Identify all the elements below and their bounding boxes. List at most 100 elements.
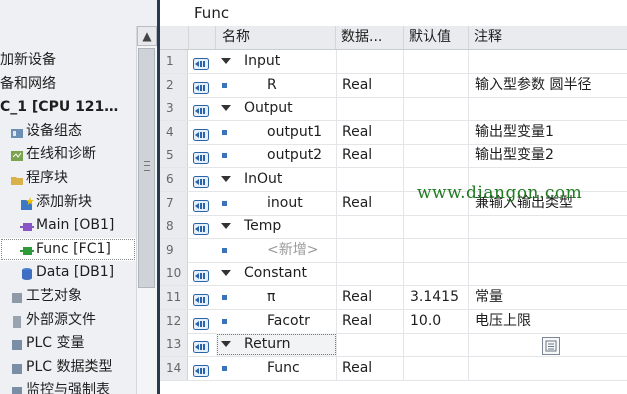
tree-item[interactable]: 添加新块	[0, 191, 136, 215]
default-value-cell[interactable]	[405, 238, 469, 262]
tree-item[interactable]: 工艺对象	[0, 285, 136, 309]
scrollbar-thumb[interactable]	[138, 48, 155, 288]
row-number[interactable]: 2	[160, 73, 188, 97]
edit-return-type-button[interactable]	[542, 337, 560, 355]
tree-item[interactable]: C_1 [CPU 121…	[0, 96, 136, 120]
default-value-cell[interactable]	[405, 97, 469, 121]
tree-item[interactable]: Data [DB1]	[0, 261, 136, 285]
table-row[interactable]: 5 output2 Real 输出型变量2	[160, 144, 627, 169]
tree-item[interactable]: Main [OB1]	[0, 214, 136, 238]
default-value-cell[interactable]	[405, 333, 469, 357]
name-cell[interactable]: R	[216, 73, 337, 97]
tree-item[interactable]: 外部源文件	[0, 309, 136, 333]
datatype-cell[interactable]: Real	[337, 356, 404, 380]
header-default[interactable]: 默认值	[405, 26, 469, 49]
datatype-cell[interactable]: Real	[337, 144, 404, 168]
default-value-cell[interactable]	[405, 120, 469, 144]
table-row[interactable]: 8 Temp	[160, 215, 627, 240]
row-number[interactable]: 8	[160, 215, 188, 239]
table-row[interactable]: 4 output1 Real 输出型变量1	[160, 120, 627, 145]
datatype-cell[interactable]	[337, 50, 404, 73]
collapse-triangle-icon[interactable]	[221, 223, 231, 230]
tree-item[interactable]: 程序块	[0, 167, 136, 191]
datatype-cell[interactable]	[337, 238, 404, 262]
name-cell[interactable]: Output	[216, 97, 337, 121]
row-number[interactable]: 13	[160, 333, 188, 357]
name-cell[interactable]: inout	[216, 191, 337, 215]
comment-cell[interactable]	[470, 357, 627, 380]
table-row[interactable]: 9 <新增>	[160, 238, 627, 263]
table-row[interactable]: 1 Input	[160, 50, 627, 74]
tree-item[interactable]: 监控与强制表	[0, 379, 136, 394]
default-value-cell[interactable]	[405, 262, 469, 286]
scroll-up-button[interactable]: ▲	[137, 26, 157, 46]
row-number[interactable]: 6	[160, 168, 188, 191]
datatype-cell[interactable]	[337, 168, 404, 191]
header-name[interactable]: 名称	[216, 26, 336, 49]
header-comment[interactable]: 注释	[470, 26, 627, 49]
comment-cell[interactable]	[470, 239, 627, 262]
tree-item[interactable]: 设备组态	[0, 120, 136, 144]
table-row[interactable]: 11 π Real 3.1415 常量	[160, 286, 627, 310]
name-cell[interactable]: output1	[216, 120, 337, 144]
comment-cell[interactable]	[470, 262, 627, 285]
default-value-cell[interactable]	[405, 144, 469, 168]
comment-cell[interactable]: 输入型参数 圆半径	[470, 74, 627, 97]
name-cell[interactable]: π	[216, 286, 337, 309]
collapse-triangle-icon[interactable]	[221, 105, 231, 112]
default-value-cell[interactable]	[405, 215, 469, 239]
datatype-cell[interactable]: Real	[337, 309, 404, 333]
datatype-cell[interactable]	[337, 333, 404, 357]
comment-cell[interactable]: 常量	[470, 286, 627, 309]
row-number[interactable]: 5	[160, 144, 188, 168]
comment-cell[interactable]	[470, 50, 627, 73]
comment-cell[interactable]: 电压上限	[470, 310, 627, 333]
collapse-triangle-icon[interactable]	[221, 270, 231, 277]
tree-item[interactable]: 备和网络	[0, 73, 136, 97]
table-row[interactable]: 12 Facotr Real 10.0 电压上限	[160, 309, 627, 334]
default-value-cell[interactable]	[405, 356, 469, 380]
datatype-cell[interactable]: Real	[337, 73, 404, 97]
tree-item[interactable]: PLC 数据类型	[0, 356, 136, 380]
comment-cell[interactable]	[470, 97, 627, 120]
collapse-triangle-icon[interactable]	[221, 341, 231, 348]
comment-cell[interactable]: 输出型变量2	[470, 144, 627, 167]
table-row[interactable]: 3 Output	[160, 97, 627, 122]
name-cell[interactable]: Facotr	[216, 309, 337, 333]
row-number[interactable]: 3	[160, 97, 188, 121]
name-cell[interactable]: Func	[216, 356, 337, 380]
table-row[interactable]: 14 Func Real	[160, 356, 627, 381]
table-row[interactable]: 10 Constant	[160, 262, 627, 287]
collapse-triangle-icon[interactable]	[221, 176, 231, 182]
datatype-cell[interactable]	[337, 97, 404, 121]
collapse-triangle-icon[interactable]	[221, 58, 231, 64]
table-row[interactable]: 2 R Real 输入型参数 圆半径	[160, 73, 627, 98]
default-value-cell[interactable]: 3.1415	[405, 286, 469, 309]
default-value-cell[interactable]	[405, 73, 469, 97]
name-cell[interactable]: Constant	[216, 262, 337, 286]
datatype-cell[interactable]: Real	[337, 286, 404, 309]
name-cell[interactable]: <新增>	[216, 238, 337, 262]
datatype-cell[interactable]	[337, 262, 404, 286]
name-cell[interactable]: output2	[216, 144, 337, 168]
row-number[interactable]: 7	[160, 191, 188, 215]
row-number[interactable]: 12	[160, 309, 188, 333]
name-cell[interactable]: InOut	[216, 168, 337, 191]
header-datatype[interactable]: 数据...	[337, 26, 404, 49]
tree-item[interactable]: Func [FC1]	[0, 237, 136, 262]
row-number[interactable]: 11	[160, 286, 188, 309]
row-number[interactable]: 1	[160, 50, 188, 73]
row-number[interactable]: 4	[160, 120, 188, 144]
row-number[interactable]: 10	[160, 262, 188, 286]
datatype-cell[interactable]	[337, 215, 404, 239]
row-number[interactable]: 9	[160, 238, 188, 262]
datatype-cell[interactable]: Real	[337, 120, 404, 144]
comment-cell[interactable]	[470, 215, 627, 238]
name-cell[interactable]: Input	[216, 50, 337, 73]
name-cell[interactable]: Temp	[216, 215, 337, 239]
default-value-cell[interactable]: 10.0	[405, 309, 469, 333]
name-cell[interactable]: Return	[216, 333, 337, 357]
comment-cell[interactable]: 输出型变量1	[470, 121, 627, 144]
tree-item[interactable]: 加新设备	[0, 49, 136, 73]
default-value-cell[interactable]	[405, 50, 469, 73]
